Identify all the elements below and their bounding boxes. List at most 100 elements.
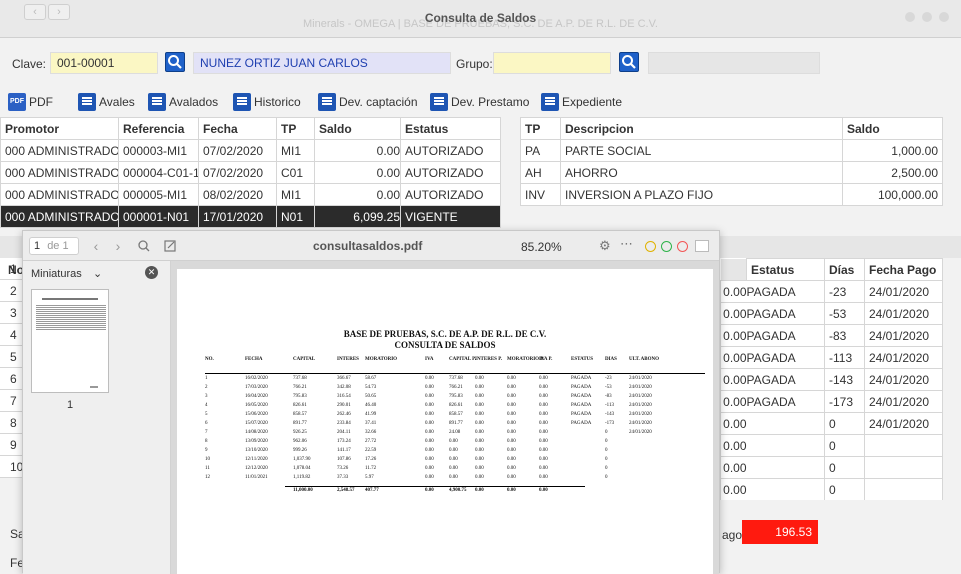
- table-cell: 0: [824, 434, 865, 457]
- avalados-button[interactable]: Avalados: [148, 92, 218, 112]
- schedule-col-header[interactable]: Fecha Pago: [864, 258, 943, 281]
- pdf-cell: 0.00: [539, 403, 548, 408]
- next-page-icon[interactable]: ›: [109, 237, 127, 255]
- table-row[interactable]: 000 ADMINISTRADOR DE000001-N0117/01/2020…: [0, 205, 501, 228]
- pdf-cell: 11.72: [365, 466, 377, 471]
- more-icon[interactable]: ⋯: [620, 236, 633, 252]
- annotate-icon[interactable]: [161, 237, 179, 255]
- maximize-dot[interactable]: [661, 241, 672, 252]
- table-row[interactable]: 0.00 0: [720, 456, 943, 479]
- pdf-total-cell: 407.77: [365, 488, 379, 493]
- pdf-cell: 262.46: [337, 412, 351, 417]
- table-row[interactable]: 0.00 0 24/01/2020: [720, 412, 943, 435]
- loans-col-header[interactable]: Saldo: [314, 117, 401, 140]
- table-row[interactable]: AH AHORRO 2,500.00: [520, 161, 943, 184]
- pdf-col-header: FECHA: [245, 357, 263, 362]
- schedule-col-header[interactable]: Días: [824, 258, 865, 281]
- table-row[interactable]: 0.00 PAGADA -23 24/01/2020: [720, 280, 943, 303]
- table-cell: 07/02/2020: [198, 161, 277, 184]
- pdf-cell: 73.26: [337, 466, 349, 471]
- table-row[interactable]: 000 ADMINISTRADOR DE000005-MI108/02/2020…: [0, 183, 501, 206]
- table-cell: 08/02/2020: [198, 183, 277, 206]
- table-cell: [746, 456, 825, 479]
- pdf-table-row: 6 15/07/2020 891.77 233.84 37.41 0.00 891.77 0.…: [205, 421, 705, 430]
- row-number: 10: [0, 456, 23, 478]
- pdf-cell: 12/12/2020: [245, 466, 268, 471]
- page-number-input[interactable]: 1 de 1: [29, 237, 79, 255]
- table-row[interactable]: 0.00 PAGADA -113 24/01/2020: [720, 346, 943, 369]
- close-sidebar-icon[interactable]: ✕: [145, 266, 158, 279]
- pdf-cell: -173: [605, 421, 615, 426]
- table-cell: [864, 478, 943, 501]
- schedule-col-header[interactable]: Estatus: [746, 258, 825, 281]
- pdf-cell: 0.00: [539, 412, 548, 417]
- search-icon[interactable]: [135, 237, 153, 255]
- loans-col-header[interactable]: TP: [276, 117, 315, 140]
- table-row[interactable]: 000 ADMINISTRADOR DE000004-C01-107/02/20…: [0, 161, 501, 184]
- close-button[interactable]: [939, 12, 949, 22]
- grupo-label: Grupo:: [456, 57, 493, 71]
- prev-page-icon[interactable]: ‹: [87, 237, 105, 255]
- table-row[interactable]: INV INVERSION A PLAZO FIJO 100,000.00: [520, 183, 943, 206]
- pdf-cell: 22.59: [365, 448, 377, 453]
- table-cell: 2,500.00: [842, 161, 943, 184]
- table-cell: PARTE SOCIAL: [560, 139, 843, 162]
- pdf-cell: PAGADA: [571, 403, 592, 408]
- pdf-cell: 0.00: [507, 412, 516, 417]
- savings-col-header[interactable]: Saldo: [842, 117, 943, 140]
- pdf-table-row: 9 13/10/2020 999.26 141.17 22.59 0.00 0.00 0.00…: [205, 448, 705, 457]
- schedule-table-header: Estatus Días Fecha Pago: [720, 258, 943, 281]
- pdf-total-cell: 0.00: [475, 488, 484, 493]
- pdf-cell: 12/11/2020: [245, 457, 268, 462]
- pdf-cell: 12: [205, 475, 210, 480]
- minimize-dot[interactable]: [645, 241, 656, 252]
- loans-col-header[interactable]: Estatus: [400, 117, 501, 140]
- loans-col-header[interactable]: Referencia: [118, 117, 199, 140]
- table-row[interactable]: 000 ADMINISTRADOR DE000003-MI107/02/2020…: [0, 139, 501, 162]
- table-cell: 000 ADMINISTRADOR DE: [0, 161, 119, 184]
- minimize-button[interactable]: [905, 12, 915, 22]
- dev-captacion-button[interactable]: Dev. captación: [318, 92, 418, 112]
- close-dot[interactable]: [677, 241, 688, 252]
- historico-button[interactable]: Historico: [233, 92, 301, 112]
- pdf-cell: 0.00: [507, 421, 516, 426]
- dev-prestamo-button[interactable]: Dev. Prestamo: [430, 92, 529, 112]
- pdf-button[interactable]: PDF PDF: [8, 92, 53, 112]
- expediente-button[interactable]: Expediente: [541, 92, 622, 112]
- loans-col-header[interactable]: Fecha: [198, 117, 277, 140]
- sidebar-mode-select[interactable]: Miniaturas ⌄: [31, 265, 155, 283]
- table-row[interactable]: 0.00 PAGADA -173 24/01/2020: [720, 390, 943, 413]
- table-row[interactable]: 0.00 PAGADA -143 24/01/2020: [720, 368, 943, 391]
- clave-search-button[interactable]: [165, 52, 185, 72]
- grupo-search-button[interactable]: [619, 52, 639, 72]
- table-row[interactable]: PA PARTE SOCIAL 1,000.00: [520, 139, 943, 162]
- table-cell: [746, 478, 825, 501]
- table-row[interactable]: 0.00 PAGADA -83 24/01/2020: [720, 324, 943, 347]
- client-name-field: NUNEZ ORTIZ JUAN CARLOS: [193, 52, 451, 74]
- page-number: 1: [34, 240, 41, 252]
- pdf-filename: consultasaldos.pdf: [313, 239, 423, 253]
- savings-col-header[interactable]: Descripcion: [560, 117, 843, 140]
- pdf-cell: 204.11: [337, 430, 351, 435]
- window-icon[interactable]: [695, 240, 709, 252]
- table-row[interactable]: 0.00 PAGADA -53 24/01/2020: [720, 302, 943, 325]
- loans-col-header[interactable]: Promotor: [0, 117, 119, 140]
- table-cell: 24/01/2020: [864, 368, 943, 391]
- table-row[interactable]: 0.00 0: [720, 478, 943, 501]
- maximize-button[interactable]: [922, 12, 932, 22]
- pdf-divider: [205, 373, 705, 374]
- clave-input[interactable]: 001-00001: [50, 52, 158, 74]
- grupo-input[interactable]: [493, 52, 611, 74]
- savings-col-header[interactable]: TP: [520, 117, 561, 140]
- table-row[interactable]: 0.00 0: [720, 434, 943, 457]
- pdf-cell: 41.99: [365, 412, 377, 417]
- gear-icon[interactable]: ⚙: [599, 238, 611, 254]
- pdf-cell: 0.00: [539, 457, 548, 462]
- pdf-cell: 9: [205, 448, 208, 453]
- page-thumbnail[interactable]: [31, 289, 109, 393]
- pdf-cell: 0.00: [507, 475, 516, 480]
- zoom-select[interactable]: 85.20% ⌄: [521, 238, 577, 272]
- pdf-total-cell: 0.00: [507, 488, 516, 493]
- avales-button[interactable]: Avales: [78, 92, 135, 112]
- pdf-cell: 0.00: [425, 448, 434, 453]
